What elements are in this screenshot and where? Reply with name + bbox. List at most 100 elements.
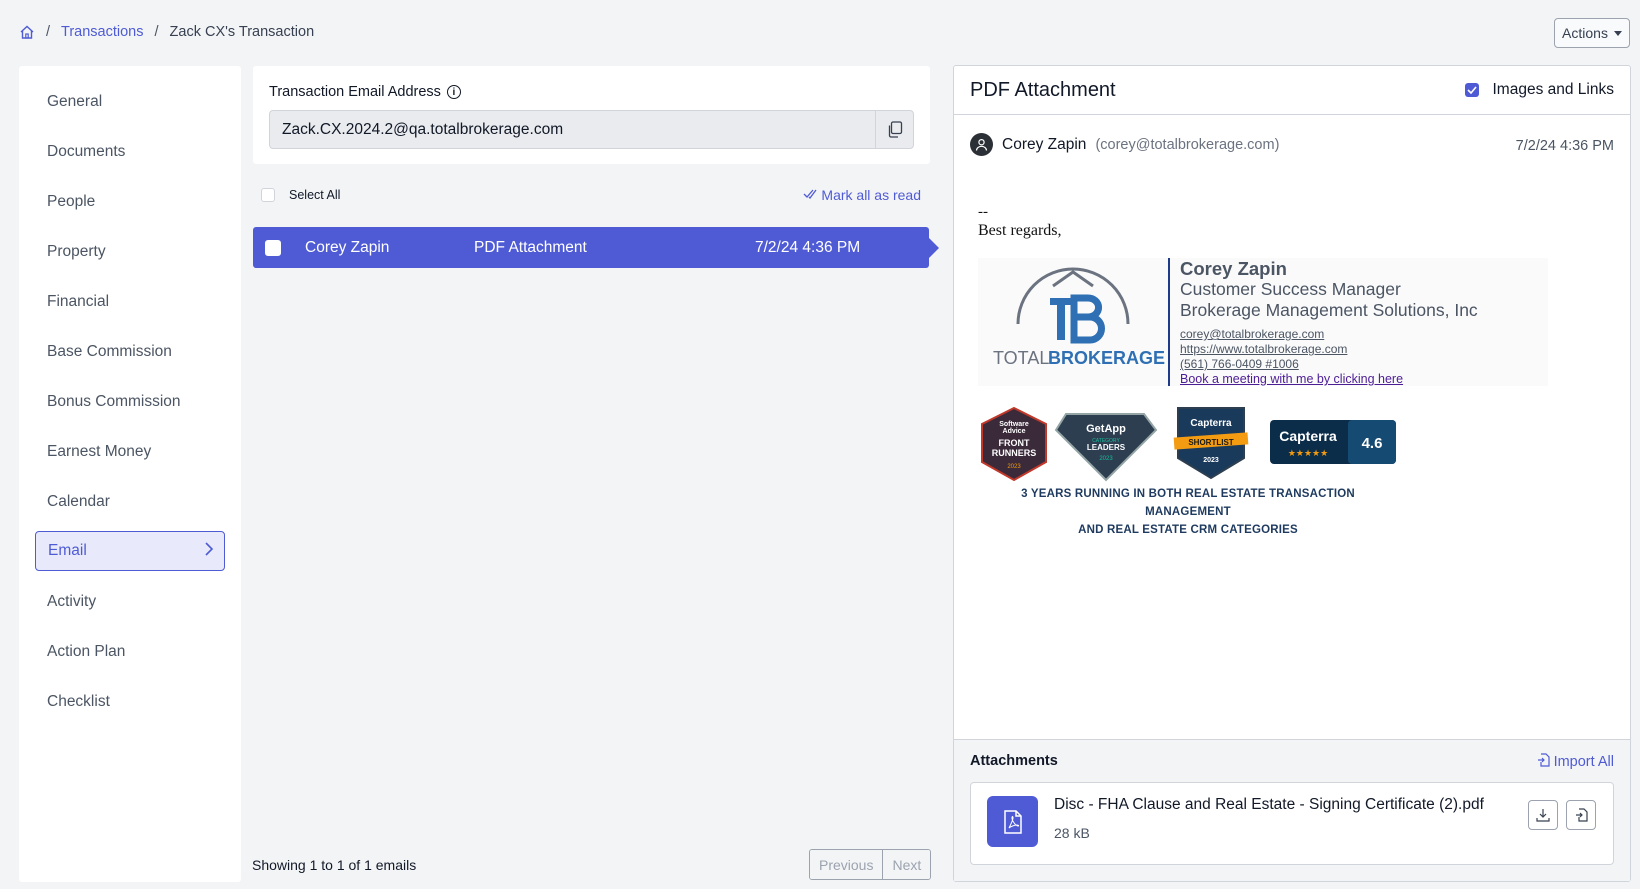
logo-text-total: TOTAL [993, 348, 1049, 368]
badge-getapp-year: 2023 [1099, 456, 1113, 462]
transaction-email-card: Transaction Email Address i Zack.CX.2024… [253, 66, 930, 164]
badge-rating-name: Capterra [1279, 428, 1337, 444]
badge-capterra-year: 2023 [1203, 457, 1219, 464]
breadcrumb-current: Zack CX's Transaction [169, 24, 315, 40]
double-check-icon [803, 187, 817, 203]
badge-sa-line2: Advice [1003, 428, 1026, 435]
previous-page-button[interactable]: Previous [810, 850, 883, 879]
import-file-icon[interactable] [1566, 800, 1596, 830]
email-subject-title: PDF Attachment [970, 78, 1116, 101]
star-rating-icon: ★★★★★ [1288, 449, 1328, 459]
attachment-item[interactable]: Disc - FHA Clause and Real Estate - Sign… [970, 782, 1614, 865]
sidebar-item-label: Documents [47, 143, 126, 160]
images-and-links-label: Images and Links [1492, 81, 1615, 98]
attachment-file-size: 28 kB [1054, 825, 1090, 841]
sidebar-item-label: Email [48, 542, 87, 559]
email-detail-header: PDF Attachment Images and Links [954, 66, 1630, 115]
breadcrumb-separator: / [46, 24, 51, 40]
signature-company: Brokerage Management Solutions, Inc [1180, 300, 1478, 320]
signature-name: Corey Zapin [1180, 258, 1287, 279]
row-from: Corey Zapin [305, 238, 390, 256]
attachments-section: Attachments Import All Disc - FHA Clause… [954, 739, 1630, 881]
copy-icon[interactable] [875, 111, 913, 148]
sidebar-item-label: People [47, 193, 96, 210]
badge-capterra-line2: SHORTLIST [1188, 438, 1233, 447]
sidebar-item-label: Financial [47, 293, 110, 310]
breadcrumb-transactions-link[interactable]: Transactions [61, 24, 143, 40]
info-icon[interactable]: i [446, 85, 461, 99]
sidebar-item-bonus-commission[interactable]: Bonus Commission [35, 382, 225, 422]
sidebar-item-label: Earnest Money [47, 443, 152, 460]
pagination: Previous Next [809, 849, 932, 880]
capterra-shortlist-badge: Capterra SHORTLIST 2023 [1173, 407, 1249, 480]
images-and-links-checkbox[interactable] [1464, 83, 1479, 97]
body-regards: Best regards, [978, 222, 1062, 239]
sidebar-item-label: Activity [47, 593, 97, 610]
badges-caption-line1: 3 YEARS RUNNING IN BOTH REAL ESTATE TRAN… [1021, 488, 1355, 518]
sidebar-item-activity[interactable]: Activity [35, 582, 225, 622]
breadcrumb-separator: / [154, 24, 159, 40]
email-list-row[interactable]: Corey Zapin PDF Attachment 7/2/24 4:36 P… [253, 227, 939, 268]
transaction-email-field[interactable]: Zack.CX.2024.2@qa.totalbrokerage.com [269, 110, 914, 149]
software-advice-badge: Software Advice FRONT RUNNERS 2023 [981, 406, 1047, 482]
sender-info: Corey Zapin (corey@totalbrokerage.com) [970, 133, 1279, 156]
sidebar-item-action-plan[interactable]: Action Plan [35, 632, 225, 672]
attachments-title: Attachments [970, 753, 1058, 769]
sidebar-item-people[interactable]: People [35, 182, 225, 222]
sidebar-item-documents[interactable]: Documents [35, 132, 225, 172]
email-signature: TOTAL BROKERAGE Corey Zapin Customer Suc… [978, 258, 1548, 386]
row-date: 7/2/24 4:36 PM [755, 238, 861, 256]
sidebar-item-label: General [47, 93, 103, 110]
sidebar-item-general[interactable]: General [35, 82, 225, 122]
next-page-button[interactable]: Next [882, 850, 931, 879]
attachment-file-name[interactable]: Disc - FHA Clause and Real Estate - Sign… [1054, 796, 1484, 814]
email-date: 7/2/24 4:36 PM [1515, 138, 1614, 154]
user-avatar-icon [970, 133, 993, 156]
body-separator: -- [978, 204, 988, 220]
sidebar-item-label: Checklist [47, 693, 110, 710]
signature-email-link[interactable]: corey@totalbrokerage.com [1180, 327, 1478, 342]
import-all-label: Import All [1553, 754, 1614, 770]
badges-caption: 3 YEARS RUNNING IN BOTH REAL ESTATE TRAN… [978, 485, 1398, 539]
sidebar-item-financial[interactable]: Financial [35, 282, 225, 322]
home-icon[interactable] [19, 24, 35, 40]
transaction-email-label-row: Transaction Email Address i [269, 84, 461, 100]
row-checkbox[interactable] [265, 239, 281, 256]
transaction-email-value[interactable]: Zack.CX.2024.2@qa.totalbrokerage.com [270, 121, 875, 139]
actions-label: Actions [1562, 25, 1608, 41]
breadcrumb: / Transactions / Zack CX's Transaction [19, 24, 314, 40]
sidebar-item-label: Calendar [47, 493, 110, 510]
signature-website-link[interactable]: https://www.totalbrokerage.com [1180, 342, 1478, 357]
import-icon [1537, 753, 1550, 771]
select-all-label[interactable]: Select All [289, 188, 340, 202]
sidebar-item-label: Bonus Commission [47, 393, 181, 410]
sidebar-item-label: Action Plan [47, 643, 126, 660]
badges-caption-line2: AND REAL ESTATE CRM CATEGORIES [1078, 524, 1298, 536]
sidebar-item-calendar[interactable]: Calendar [35, 482, 225, 522]
logo-text-brokerage: BROKERAGE [1048, 348, 1165, 368]
sidebar-item-base-commission[interactable]: Base Commission [35, 332, 225, 372]
email-detail-panel: PDF Attachment Images and Links Corey Za… [953, 65, 1631, 882]
sender-email: (corey@totalbrokerage.com) [1095, 136, 1280, 153]
select-all-checkbox[interactable] [261, 188, 275, 202]
book-meeting-link[interactable]: Book a meeting with me by clicking here [1180, 372, 1478, 387]
mark-all-read-label: Mark all as read [821, 187, 921, 203]
capterra-rating-badge: Capterra ★★★★★ 4.6 [1270, 420, 1396, 464]
import-all-button[interactable]: Import All [1537, 753, 1614, 771]
signature-divider [1168, 258, 1170, 386]
download-icon[interactable] [1528, 800, 1558, 830]
mark-all-read-link[interactable]: Mark all as read [803, 187, 921, 203]
images-and-links-toggle[interactable]: Images and Links [1464, 81, 1615, 99]
badge-rating-value: 4.6 [1362, 435, 1383, 452]
sidebar-item-email[interactable]: Email [35, 531, 225, 571]
badge-sa-year: 2023 [1007, 464, 1021, 470]
signature-phone-link[interactable]: (561) 766-0409 #1006 [1180, 357, 1478, 372]
sidebar-item-property[interactable]: Property [35, 232, 225, 272]
sidebar-item-checklist[interactable]: Checklist [35, 682, 225, 722]
badge-sa-line1: Software [999, 421, 1029, 428]
sidebar-item-label: Base Commission [47, 343, 172, 360]
actions-dropdown-button[interactable]: Actions [1554, 18, 1630, 48]
sidebar-item-earnest-money[interactable]: Earnest Money [35, 432, 225, 472]
badge-sa-line3: FRONT [999, 438, 1030, 448]
select-all-row: Select All [261, 188, 340, 202]
